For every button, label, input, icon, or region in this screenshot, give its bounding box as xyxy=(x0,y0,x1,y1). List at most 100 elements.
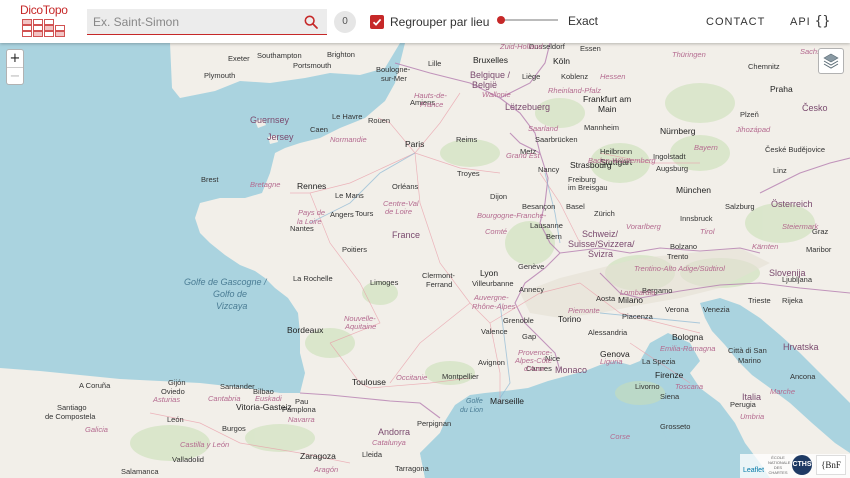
place-rennes: Rennes xyxy=(297,181,327,191)
place-alessandria: Alessandria xyxy=(588,328,628,337)
region-trentino: Trentino-Alto Adige/Südtirol xyxy=(634,264,725,273)
place-belgie: België xyxy=(472,80,498,90)
place-verona: Verona xyxy=(665,305,689,314)
place-bern: Bern xyxy=(546,232,562,241)
place-main: Main xyxy=(598,104,617,114)
place-linz: Linz xyxy=(773,166,787,175)
place-ferrand: Ferrand xyxy=(426,280,453,289)
region-asturias: Asturias xyxy=(153,395,181,404)
region-bayern: Bayern xyxy=(694,143,718,152)
api-button[interactable]: API{} xyxy=(786,11,834,33)
place-santander: Santander xyxy=(220,382,255,391)
place-frankfurt: Frankfurt am xyxy=(583,94,632,104)
region-cantabria: Cantabria xyxy=(208,394,241,403)
region-marche: Marche xyxy=(770,387,796,396)
layers-button[interactable] xyxy=(818,48,844,74)
place-grenoble: Grenoble xyxy=(503,316,534,325)
place-jersey: Jersey xyxy=(267,132,294,142)
contact-button[interactable]: CONTACT xyxy=(698,11,773,33)
place-reims: Reims xyxy=(456,135,478,144)
place-torino: Torino xyxy=(558,314,582,324)
place-villeurbanne: Villeurbanne xyxy=(472,279,514,288)
search-input[interactable] xyxy=(93,12,293,32)
code-braces-icon: {} xyxy=(814,14,831,29)
place-geneve: Genève xyxy=(518,262,545,271)
region-auvergne-2: Rhône-Alpes xyxy=(472,302,516,311)
place-portsmouth: Portsmouth xyxy=(293,61,332,70)
place-firenze: Firenze xyxy=(655,370,684,380)
region-centre-2: de Loire xyxy=(385,207,413,216)
place-orleans: Orléans xyxy=(392,182,419,191)
place-toulouse: Toulouse xyxy=(352,377,387,387)
region-kaernten: Kärnten xyxy=(752,242,779,251)
leaflet-link[interactable]: Leaflet xyxy=(743,467,764,474)
region-liguria: Liguria xyxy=(600,357,623,366)
group-by-place-checkbox[interactable] xyxy=(370,15,384,29)
place-belgique: Belgique / xyxy=(470,70,511,80)
place-besancon: Besançon xyxy=(522,202,556,211)
place-gap: Gap xyxy=(522,332,537,341)
place-zaragoza: Zaragoza xyxy=(300,451,336,461)
place-cittadisan: Città di San xyxy=(728,346,767,355)
enc-logo[interactable]: ÉCOLE NATIONALE DES CHARTES xyxy=(768,455,790,475)
region-navarra: Navarra xyxy=(288,415,315,424)
place-lille: Lille xyxy=(428,59,442,68)
place-paris: Paris xyxy=(405,139,425,149)
region-grand-est: Grand Est xyxy=(506,151,540,160)
place-nantes: Nantes xyxy=(290,224,314,233)
region-catalunya: Catalunya xyxy=(372,438,406,447)
region-bretagne: Bretagne xyxy=(250,180,281,189)
place-perugia: Perugia xyxy=(730,400,756,409)
region-baden-wurttemberg: Baden-Württemberg xyxy=(588,156,656,165)
place-liege: Liège xyxy=(522,72,541,81)
place-caen: Caen xyxy=(310,125,328,134)
place-bordeaux: Bordeaux xyxy=(287,325,324,335)
cths-logo[interactable]: CTHS xyxy=(792,455,812,475)
place-milano: Milano xyxy=(618,295,644,305)
place-decompostela: de Compostela xyxy=(45,412,96,421)
region-rheinland: Rheinland-Pfalz xyxy=(548,86,601,95)
zoom-in-button[interactable]: + xyxy=(7,50,23,67)
match-slider-track[interactable] xyxy=(500,19,558,21)
place-koblenz: Koblenz xyxy=(561,72,589,81)
region-euskadi: Euskadi xyxy=(255,394,282,403)
place-aosta: Aosta xyxy=(596,294,616,303)
place-exeter: Exeter xyxy=(228,54,250,63)
bnf-logo[interactable]: {BnF xyxy=(816,455,846,475)
zoom-out-button[interactable]: − xyxy=(7,67,23,84)
place-innsbruck: Innsbruck xyxy=(680,214,713,223)
place-rijeka: Rijeka xyxy=(782,296,803,305)
region-galicia: Galicia xyxy=(85,425,108,434)
search-icon[interactable] xyxy=(303,14,319,30)
dicotopo-logo[interactable]: DicoTopo xyxy=(20,4,72,38)
region-corse: Corse xyxy=(610,432,631,441)
region-bourgogne-1: Bourgogne-Franche- xyxy=(477,211,547,220)
search-field xyxy=(87,9,327,35)
place-lyon: Lyon xyxy=(480,268,499,278)
sea-golfe-du-lion-2: du Lion xyxy=(460,407,483,414)
region-auvergne-1: Auvergne- xyxy=(474,293,509,302)
place-heilbronn: Heilbronn xyxy=(600,147,633,156)
region-pays-de-la-loire-2: la Loire xyxy=(297,217,322,226)
match-slider-thumb[interactable] xyxy=(497,16,505,24)
place-maribor: Maribor xyxy=(806,245,832,254)
region-wallonie: Wallonie xyxy=(482,90,511,99)
layers-icon xyxy=(823,53,839,69)
place-ancona: Ancona xyxy=(790,372,816,381)
place-valence: Valence xyxy=(481,327,508,336)
place-salamanca: Salamanca xyxy=(121,467,159,476)
region-nouvelle-aquitaine-2: Aquitaine xyxy=(345,322,377,331)
region-pays-de-la-loire-1: Pays de xyxy=(298,208,326,217)
place-brest: Brest xyxy=(201,175,219,184)
region-castilla: Castilla y León xyxy=(180,440,230,449)
place-poitiers: Poitiers xyxy=(342,245,368,254)
group-by-place-label[interactable]: Regrouper par lieu xyxy=(390,15,489,29)
region-toscana: Toscana xyxy=(675,382,704,391)
place-svizra: Svizra xyxy=(588,249,614,259)
region-normandie: Normandie xyxy=(330,135,367,144)
place-guernsey: Guernsey xyxy=(250,115,290,125)
place-hrvatska: Hrvatska xyxy=(783,342,819,352)
map-view[interactable]: Dusseldorf Essen Köln Koblenz Belgique /… xyxy=(0,43,850,478)
region-piemonte: Piemonte xyxy=(568,306,600,315)
sea-golfe-1: Golfe de Gascogne / xyxy=(184,277,267,287)
